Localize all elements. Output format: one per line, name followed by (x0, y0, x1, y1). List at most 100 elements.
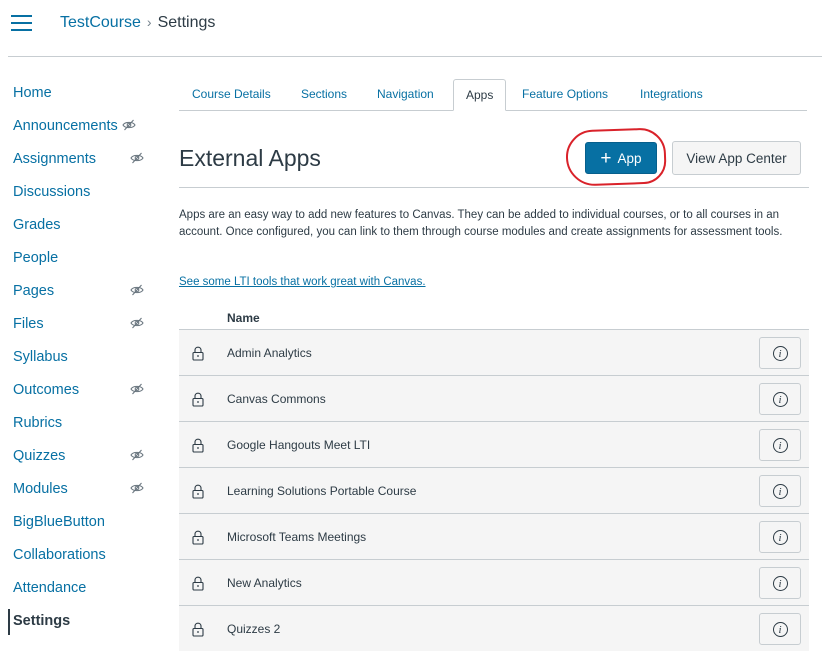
info-icon: i (772, 391, 788, 407)
tab-integrations[interactable]: Integrations (640, 87, 703, 101)
hidden-eye-icon (130, 283, 144, 297)
app-row: Google Hangouts Meet LTI i (179, 421, 809, 467)
app-name: Quizzes 2 (227, 622, 281, 636)
info-icon: i (772, 621, 788, 637)
app-name: New Analytics (227, 576, 302, 590)
hidden-eye-icon (130, 316, 144, 330)
nav-item-syllabus[interactable]: Syllabus (0, 348, 160, 381)
title-divider (179, 187, 809, 188)
hidden-eye-icon (130, 151, 144, 165)
nav-item-collaborations[interactable]: Collaborations (0, 546, 160, 579)
app-row: Learning Solutions Portable Course i (179, 467, 809, 513)
nav-item-label: People (13, 250, 59, 266)
hidden-eye-icon (130, 448, 144, 462)
lock-icon (192, 484, 204, 499)
app-info-button[interactable]: i (759, 337, 801, 369)
course-navigation: Home Announcements Assignments Discussions G… (0, 84, 160, 645)
app-row: Admin Analytics i (179, 329, 809, 375)
name-column-header: Name (227, 311, 260, 325)
lock-icon (192, 530, 204, 545)
nav-item-pages[interactable]: Pages (0, 282, 160, 315)
nav-item-label: Collaborations (13, 547, 106, 563)
app-info-button[interactable]: i (759, 521, 801, 553)
apps-table: Admin Analytics i Canvas Commons i Google Ha… (179, 329, 809, 651)
nav-item-label: Attendance (13, 580, 87, 596)
hidden-eye-icon (122, 118, 136, 132)
app-info-button[interactable]: i (759, 429, 801, 461)
nav-item-label: Modules (13, 481, 68, 497)
view-app-center-button[interactable]: View App Center (672, 141, 801, 175)
nav-item-discussions[interactable]: Discussions (0, 183, 160, 216)
header-divider (8, 56, 822, 57)
app-row: Canvas Commons i (179, 375, 809, 421)
nav-item-quizzes[interactable]: Quizzes (0, 447, 160, 480)
nav-item-files[interactable]: Files (0, 315, 160, 348)
breadcrumb-current: Settings (157, 14, 216, 31)
nav-item-home[interactable]: Home (0, 84, 160, 117)
app-name: Admin Analytics (227, 346, 312, 360)
nav-item-label: Syllabus (13, 349, 68, 365)
nav-item-modules[interactable]: Modules (0, 480, 160, 513)
info-icon: i (772, 483, 788, 499)
nav-item-label: Rubrics (13, 415, 63, 431)
nav-item-assignments[interactable]: Assignments (0, 150, 160, 183)
nav-item-announcements[interactable]: Announcements (0, 117, 160, 150)
settings-tabs: Course Details Sections Navigation Apps Feat… (179, 79, 807, 111)
info-icon: i (772, 437, 788, 453)
info-icon: i (772, 345, 788, 361)
nav-item-bigbluebutton[interactable]: BigBlueButton (0, 513, 160, 546)
tab-course-details[interactable]: Course Details (192, 87, 271, 101)
add-app-button[interactable]: + App (585, 142, 657, 174)
lock-icon (192, 576, 204, 591)
nav-item-people[interactable]: People (0, 249, 160, 282)
tab-apps[interactable]: Apps (453, 79, 507, 111)
nav-item-label: Announcements (13, 118, 118, 134)
info-icon: i (772, 575, 788, 591)
app-row: New Analytics i (179, 559, 809, 605)
lock-icon (192, 622, 204, 637)
nav-item-label: BigBlueButton (13, 514, 105, 530)
app-name: Learning Solutions Portable Course (227, 484, 417, 498)
nav-item-label: Grades (13, 217, 61, 233)
nav-item-label: Home (13, 85, 52, 101)
breadcrumb-separator: › (146, 14, 152, 30)
hidden-eye-icon (130, 382, 144, 396)
hamburger-menu-icon[interactable] (11, 15, 32, 31)
app-name: Microsoft Teams Meetings (227, 530, 367, 544)
nav-item-outcomes[interactable]: Outcomes (0, 381, 160, 414)
lock-icon (192, 392, 204, 407)
tab-navigation[interactable]: Navigation (377, 87, 434, 101)
lock-icon (192, 346, 204, 361)
nav-item-label: Discussions (13, 184, 91, 200)
app-name: Google Hangouts Meet LTI (227, 438, 371, 452)
app-row: Quizzes 2 i (179, 605, 809, 651)
tab-sections[interactable]: Sections (301, 87, 347, 101)
app-row: Microsoft Teams Meetings i (179, 513, 809, 559)
plus-icon: + (600, 147, 612, 169)
info-icon: i (772, 529, 788, 545)
nav-item-label: Assignments (13, 151, 97, 167)
app-info-button[interactable]: i (759, 567, 801, 599)
breadcrumb-course-link[interactable]: TestCourse (60, 14, 141, 31)
breadcrumb: TestCourse › Settings (60, 14, 215, 32)
nav-item-label: Pages (13, 283, 55, 299)
tab-feature-options[interactable]: Feature Options (522, 87, 608, 101)
nav-item-grades[interactable]: Grades (0, 216, 160, 249)
app-name: Canvas Commons (227, 392, 326, 406)
apps-description: Apps are an easy way to add new features… (179, 209, 783, 238)
lock-icon (192, 438, 204, 453)
app-info-button[interactable]: i (759, 613, 801, 645)
nav-item-settings[interactable]: Settings (0, 609, 160, 645)
nav-item-label: Quizzes (13, 448, 66, 464)
lti-tools-link[interactable]: See some LTI tools that work great with … (179, 276, 426, 288)
nav-item-label: Files (13, 316, 44, 332)
nav-item-label: Outcomes (13, 382, 80, 398)
add-app-label: App (617, 150, 642, 166)
app-info-button[interactable]: i (759, 475, 801, 507)
nav-item-rubrics[interactable]: Rubrics (0, 414, 160, 447)
page-title: External Apps (179, 145, 321, 171)
nav-item-attendance[interactable]: Attendance (0, 579, 160, 612)
nav-item-label: Settings (13, 613, 71, 629)
app-info-button[interactable]: i (759, 383, 801, 415)
hidden-eye-icon (130, 481, 144, 495)
